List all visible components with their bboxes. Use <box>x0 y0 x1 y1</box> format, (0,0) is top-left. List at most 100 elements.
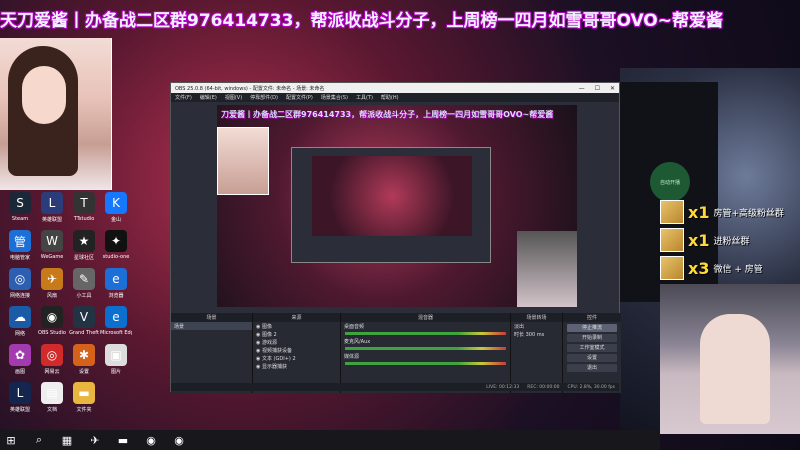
transition-duration[interactable]: 时长 300 ms <box>511 330 562 338</box>
controls-dock: 控件 停止推流开始录制工作室模式设置退出 <box>563 313 621 393</box>
volume-meter[interactable] <box>345 332 506 335</box>
source-label: 图像 <box>261 324 272 330</box>
search-icon[interactable]: ⌕ <box>32 433 46 447</box>
desktop-icon[interactable]: V Grand Theft <box>68 306 100 336</box>
gift-row: x3 微信 + 房管 <box>660 254 800 282</box>
mixer-channel-label: 桌面音频 <box>344 324 365 330</box>
eye-icon[interactable]: ◉ <box>256 356 260 362</box>
cpu-fps: CPU: 2.8%, 30.00 fps <box>567 384 616 390</box>
source-item[interactable]: ◉ 视频捕获设备 <box>253 346 340 354</box>
app2-icon[interactable]: ◉ <box>144 433 158 447</box>
minimize-icon[interactable]: — <box>579 85 585 92</box>
desktop-icon[interactable]: ◉ OBS Studio <box>36 306 68 336</box>
desktop-icon[interactable]: ✎ 小工具 <box>68 268 100 299</box>
eye-icon[interactable]: ◉ <box>256 324 260 330</box>
desktop-icon[interactable]: ▤ 文档 <box>36 382 68 413</box>
volume-meter[interactable] <box>345 362 506 365</box>
menu-item[interactable]: 配置文件(P) <box>286 94 313 101</box>
source-item[interactable]: ◉ 文本 (GDI+) 2 <box>253 354 340 362</box>
desktop-icon[interactable]: T TTstudio <box>68 192 100 222</box>
transition-type-select[interactable]: 淡出 <box>511 322 562 330</box>
desktop-icon[interactable]: ◎ 网易云 <box>36 344 68 375</box>
control-button[interactable]: 开始录制 <box>567 334 617 342</box>
transitions-dock-header: 场景转场 <box>511 313 562 322</box>
maximize-icon[interactable]: ☐ <box>595 85 600 92</box>
desktop-icon[interactable]: ▬ 文件夹 <box>68 382 100 413</box>
desktop-icon[interactable]: L 英雄联盟 <box>36 192 68 223</box>
desktop-icon[interactable]: ★ 星球社区 <box>68 230 100 261</box>
eye-icon[interactable]: ◉ <box>256 364 260 370</box>
obs-preview[interactable]: 刀爱酱丨办备战二区群976414733，帮派收战斗分子，上周榜一四月如雪哥哥OV… <box>217 105 577 307</box>
app-icon[interactable]: ✈ <box>88 433 102 447</box>
app-icon: ◉ <box>41 306 63 328</box>
control-button[interactable]: 设置 <box>567 354 617 362</box>
menu-item[interactable]: 工具(T) <box>356 94 373 101</box>
desktop-icon[interactable]: S Steam <box>4 192 36 222</box>
desktop-icon[interactable]: 管电脑管家 <box>4 230 36 261</box>
desktop-icon[interactable]: ✿ 画图 <box>4 344 36 375</box>
mixer-dock: 混音器 桌面音频 麦克风/Aux 媒体源 <box>341 313 511 393</box>
desktop-icon[interactable]: ☁ 网络 <box>4 306 36 337</box>
app-icon: e <box>105 306 127 328</box>
gift-label: 进粉丝群 <box>713 236 750 247</box>
desktop-icon[interactable]: ✱ 设置 <box>68 344 100 375</box>
close-icon[interactable]: ✕ <box>610 85 615 92</box>
volume-meter[interactable] <box>345 347 506 350</box>
eye-icon[interactable]: ◉ <box>256 340 260 346</box>
eye-icon[interactable]: ◉ <box>256 332 260 338</box>
desktop-icon[interactable]: ✈ 风扇 <box>36 268 68 299</box>
menu-item[interactable]: 场景集合(S) <box>321 94 348 101</box>
app3-icon[interactable]: ◉ <box>172 433 186 447</box>
obs-statusbar: LIVE: 00:12:33 REC: 00:00:00 CPU: 2.8%, … <box>171 383 619 391</box>
menu-item[interactable]: 视图(V) <box>225 94 242 101</box>
live-time: LIVE: 00:12:33 <box>486 384 520 390</box>
app-icon: ▤ <box>41 382 63 404</box>
gift-count: x1 <box>688 202 710 222</box>
desktop-icon[interactable]: e Microsoft Edge <box>100 306 132 336</box>
folder-icon[interactable]: ▬ <box>116 433 130 447</box>
scene-item[interactable]: 场景 <box>171 322 252 330</box>
app-icon: S <box>9 192 31 214</box>
source-item[interactable]: ◉ 图像 <box>253 322 340 330</box>
sources-dock: 来源 ◉ 图像 ◉ 图像 2 ◉ 游戏源 ◉ 视频捕获设备 ◉ 文本 (GDI+) 2 ◉… <box>253 313 341 393</box>
desktop-icon[interactable]: W WeGame <box>36 230 68 260</box>
source-item[interactable]: ◉ 图像 2 <box>253 330 340 338</box>
desktop-icon[interactable]: ▣ 图片 <box>100 344 132 375</box>
menu-item[interactable]: 帮助(H) <box>381 94 399 101</box>
taskbar: ⊞ ⌕ ▦ ✈ ▬ ◉ ◉ <box>0 430 660 450</box>
app-icon: ✿ <box>9 344 31 366</box>
preview-banner-text: 刀爱酱丨办备战二区群976414733，帮派收战斗分子，上周榜一四月如雪哥哥OV… <box>221 110 554 119</box>
menu-item[interactable]: 停靠部件(D) <box>250 94 278 101</box>
app-icon: ✦ <box>105 230 127 252</box>
menu-item[interactable]: 编辑(E) <box>200 94 217 101</box>
control-button[interactable]: 工作室模式 <box>567 344 617 352</box>
desktop-icon[interactable]: L 英雄联盟 <box>4 382 36 413</box>
menu-item[interactable]: 文件(F) <box>175 94 192 101</box>
scenes-dock-header: 场景 <box>171 313 252 322</box>
source-label: 显示器捕获 <box>261 364 287 370</box>
desktop-icon-label: Microsoft Edge <box>100 330 132 336</box>
eye-icon[interactable]: ◉ <box>256 348 260 354</box>
app-icon: 管 <box>9 230 31 252</box>
control-button[interactable]: 停止推流 <box>567 324 617 332</box>
app-icon: W <box>41 230 63 252</box>
desktop-icon[interactable]: e 浏览器 <box>100 268 132 299</box>
app-icon: V <box>73 306 95 328</box>
source-item[interactable]: ◉ 显示器捕获 <box>253 362 340 370</box>
desktop-icon-label: 小工具 <box>76 293 92 299</box>
controls-dock-header: 控件 <box>563 313 621 322</box>
app-icon: ▬ <box>73 382 95 404</box>
webcam-overlay <box>0 38 112 190</box>
control-button[interactable]: 退出 <box>567 364 617 372</box>
desktop-icon-grid: S Steam L 英雄联盟 T TTstudio K 金山管电脑管家 W WeGame ★ 星球社区… <box>0 190 132 430</box>
desktop-icon[interactable]: K 金山 <box>100 192 132 223</box>
desktop-icon[interactable]: ◎ 网络连接 <box>4 268 36 299</box>
source-item[interactable]: ◉ 游戏源 <box>253 338 340 346</box>
taskview-icon[interactable]: ▦ <box>60 433 74 447</box>
desktop-icon[interactable]: ✦ studio-one <box>100 230 132 260</box>
desktop-icon-label: 星球社区 <box>73 255 94 261</box>
start-icon[interactable]: ⊞ <box>4 433 18 447</box>
obs-titlebar: OBS 25.0.8 (64-bit, windows) - 配置文件: 未命名… <box>171 83 619 93</box>
auto-live-button[interactable]: 自动开播 <box>650 162 690 202</box>
desktop-icon-label: 英雄联盟 <box>9 407 30 413</box>
